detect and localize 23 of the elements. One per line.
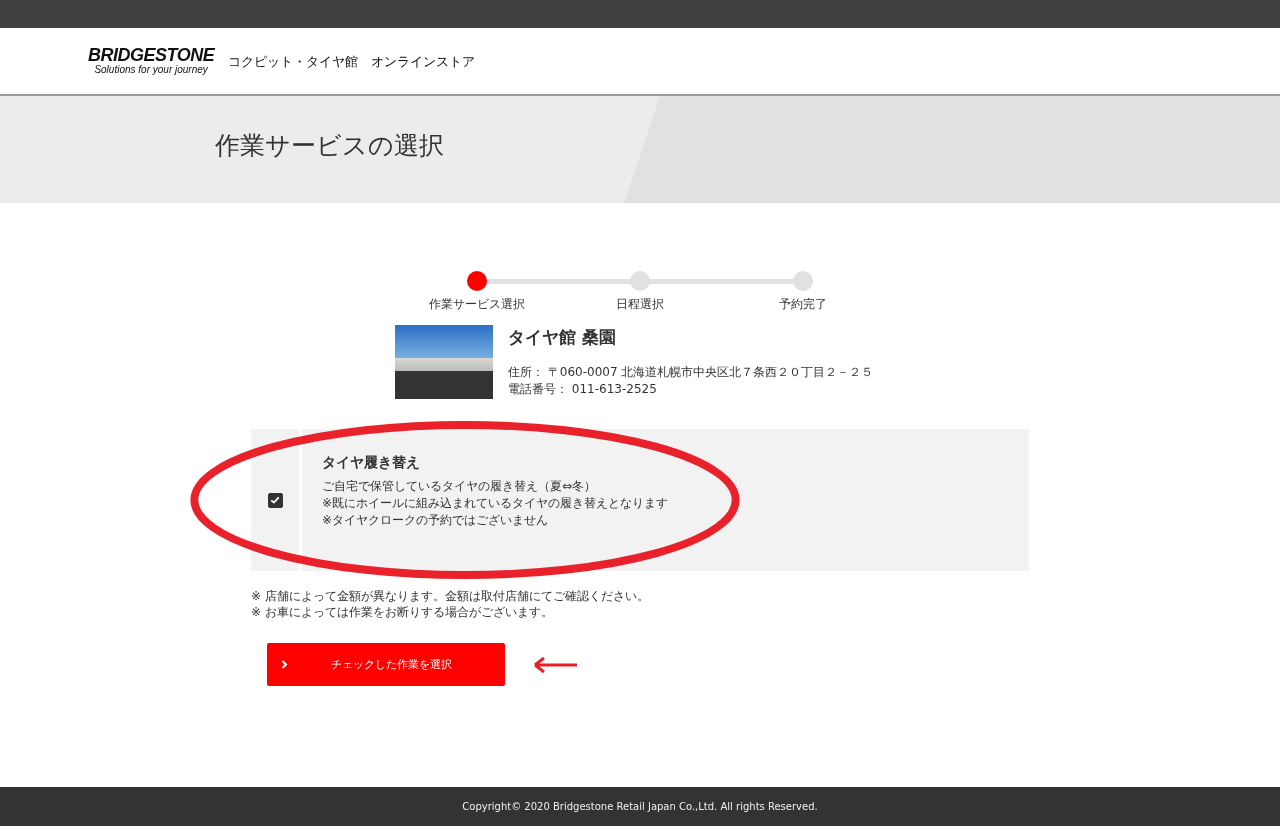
submit-button[interactable]: チェックした作業を選択 (267, 643, 505, 686)
chevron-right-icon (281, 660, 288, 669)
note-text: ※ 店舗によって金額が異なります。金額は取付店舗にてご確認ください。 (251, 588, 650, 604)
store-phone: 電話番号： 011-613-2525 (508, 381, 658, 398)
option-title: タイヤ履き替え (322, 454, 421, 472)
step-label: 日程選択 (616, 296, 664, 313)
option-description: ご自宅で保管しているタイヤの履き替え（夏⇔冬） (322, 478, 598, 495)
site-title: コクピット・タイヤ館 オンラインストア (228, 53, 476, 71)
step-label: 作業サービス選択 (429, 296, 525, 313)
page-title: 作業サービスの選択 (215, 130, 444, 162)
option-description: ※タイヤクロークの予約ではございません (322, 512, 550, 529)
note-text: ※ お車によっては作業をお断りする場合がございます。 (251, 604, 554, 620)
store-name: タイヤ館 桑園 (508, 326, 617, 349)
logo-tagline: Solutions for your journey (94, 64, 208, 76)
service-option-card[interactable]: タイヤ履き替え ご自宅で保管しているタイヤの履き替え（夏⇔冬） ※既にホイールに組み込まれているタイヤの履き替えとなります ※タイヤクロークの予約ではございません (251, 429, 1029, 571)
step-label: 予約完了 (779, 296, 827, 313)
option-description: ※既にホイールに組み込まれているタイヤの履き替えとなります (322, 495, 669, 512)
logo[interactable]: BRIDGESTONE Solutions for your journey (88, 46, 215, 76)
checkbox[interactable] (267, 492, 283, 508)
store-address: 住所： 〒060-0007 北海道札幌市中央区北７条西２０丁目２－２５ (508, 364, 874, 381)
copyright-text: Copyright© 2020 Bridgestone Retail Japan Co.,Ltd. All rights Reserved. (462, 801, 818, 812)
pointing-arrow-icon (533, 655, 579, 674)
logo-wordmark: BRIDGESTONE (88, 46, 215, 64)
